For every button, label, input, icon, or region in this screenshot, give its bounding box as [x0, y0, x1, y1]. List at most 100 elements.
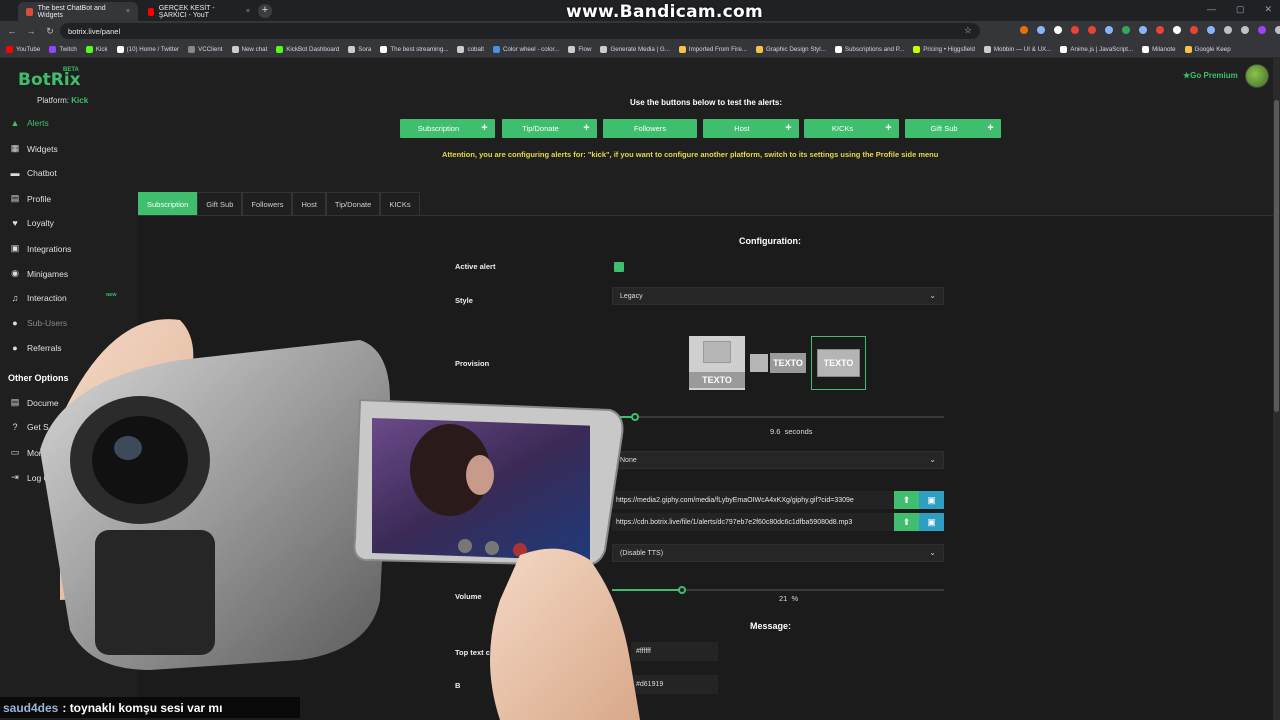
- sidebar-item-chatbot[interactable]: ▬ Chatbot: [10, 168, 57, 178]
- bookmark-item[interactable]: The best streaming...: [380, 45, 448, 53]
- minimize-icon[interactable]: —: [1207, 4, 1216, 15]
- reload-icon[interactable]: ↻: [43, 26, 57, 37]
- tab-host[interactable]: Host: [292, 192, 326, 215]
- volume-slider-handle[interactable]: [678, 586, 686, 594]
- extension-icon[interactable]: [1139, 26, 1147, 34]
- back-arrow-icon[interactable]: ←: [5, 26, 19, 36]
- extension-icon[interactable]: [1156, 26, 1164, 34]
- provision-option-image-top[interactable]: TEXTO: [689, 336, 745, 390]
- extension-icon[interactable]: [1071, 26, 1079, 34]
- bookmark-label: Flow: [578, 45, 592, 53]
- test-tip-donate-button[interactable]: Tip/Donate +: [502, 119, 597, 138]
- image-gallery-button[interactable]: ▣: [919, 491, 944, 509]
- test-kicks-button[interactable]: KICKs +: [804, 119, 899, 138]
- button-label: Subscription: [417, 124, 460, 133]
- bookmark-item[interactable]: Milanote: [1142, 45, 1176, 53]
- bookmark-item[interactable]: Color wheel - color...: [492, 45, 559, 53]
- address-bar[interactable]: botrix.live/panel ☆: [60, 23, 980, 39]
- configuration-title: Configuration:: [739, 236, 801, 246]
- sound-gallery-button[interactable]: ▣: [919, 513, 944, 531]
- bookmark-item[interactable]: cobalt: [457, 45, 484, 53]
- tab-tip-donate[interactable]: Tip/Donate: [325, 192, 381, 215]
- upload-sound-button[interactable]: ⬆: [894, 513, 919, 531]
- provision-option-image-left[interactable]: TEXTO: [750, 336, 806, 390]
- style-value: Legacy: [620, 292, 643, 300]
- bookmark-item[interactable]: Google Keep: [1184, 45, 1231, 53]
- bookmark-item[interactable]: Imported From Fire...: [678, 45, 747, 53]
- bookmark-item[interactable]: (10) Home / Twitter: [116, 45, 179, 53]
- extension-icon[interactable]: [1054, 26, 1062, 34]
- bookmark-item[interactable]: VCClient: [188, 45, 223, 53]
- scrollbar-thumb[interactable]: [1274, 100, 1279, 412]
- sidebar-item-alerts[interactable]: ▲ Alerts: [10, 118, 49, 128]
- extension-icon[interactable]: [1173, 26, 1181, 34]
- extension-icon[interactable]: [1105, 26, 1113, 34]
- bookmark-item[interactable]: Graphic Design Styl...: [755, 45, 826, 53]
- sidebar-item-widgets[interactable]: ▦ Widgets: [10, 143, 58, 154]
- browser-tab-botrix[interactable]: The best ChatBot and Widgets ×: [18, 2, 138, 21]
- bookmark-star-icon[interactable]: ☆: [964, 25, 972, 36]
- botrix-logo[interactable]: BotRix: [18, 70, 81, 90]
- tab-close-icon[interactable]: ×: [246, 8, 250, 15]
- test-gift-sub-button[interactable]: Gift Sub +: [905, 119, 1001, 138]
- active-alert-checkbox[interactable]: [614, 262, 624, 272]
- split-view-icon[interactable]: [1241, 26, 1249, 34]
- bookmark-item[interactable]: YouTube: [6, 45, 40, 53]
- avatar[interactable]: [1245, 64, 1269, 88]
- maximize-icon[interactable]: ▢: [1236, 4, 1245, 15]
- platform-indicator: Platform: Kick: [37, 96, 88, 105]
- upload-image-button[interactable]: ⬆: [894, 491, 919, 509]
- bookmark-favicon-icon: [276, 45, 284, 53]
- test-subscription-button[interactable]: Subscription +: [400, 119, 495, 138]
- test-host-button[interactable]: Host +: [703, 119, 799, 138]
- plus-icon: +: [785, 122, 792, 134]
- bookmark-label: Graphic Design Styl...: [765, 45, 826, 53]
- camcorder-button: [485, 541, 499, 555]
- bookmark-item[interactable]: Pricing • Higgsfield: [913, 45, 975, 53]
- bookmark-item[interactable]: Sora: [348, 45, 371, 53]
- extensions-puzzle-icon[interactable]: [1224, 26, 1232, 34]
- front-hand-shape: [490, 548, 640, 720]
- menu-dots-icon[interactable]: [1275, 26, 1280, 34]
- gallery-icon: ▣: [927, 516, 936, 527]
- bookmark-item[interactable]: KickBot Dashboard: [276, 45, 339, 53]
- tab-followers[interactable]: Followers: [242, 192, 293, 215]
- bookmark-item[interactable]: Subscriptions and P...: [834, 45, 904, 53]
- style-select[interactable]: Legacy ⌄: [612, 287, 944, 305]
- tts-select[interactable]: (Disable TTS) ⌄: [612, 544, 944, 562]
- bookmark-item[interactable]: Flow: [568, 45, 592, 53]
- sidebar-item-loyalty[interactable]: ♥ Loyalty: [10, 218, 54, 228]
- bookmark-item[interactable]: Kick: [85, 45, 108, 53]
- tab-kicks[interactable]: KICKs: [380, 192, 420, 215]
- go-premium-link[interactable]: ★Go Premium: [1183, 71, 1238, 80]
- tab-gift-sub[interactable]: Gift Sub: [197, 192, 243, 215]
- forward-arrow-icon[interactable]: →: [24, 26, 38, 36]
- sidebar-item-minigames[interactable]: ◉ Minigames: [10, 268, 68, 279]
- bookmark-label: Milanote: [1152, 45, 1176, 53]
- duration-slider-track[interactable]: [612, 416, 944, 418]
- extension-icon[interactable]: [1020, 26, 1028, 34]
- tab-subscription[interactable]: Subscription: [138, 192, 198, 215]
- extension-icon[interactable]: [1190, 26, 1198, 34]
- bookmark-item[interactable]: Anime.js | JavaScript...: [1060, 45, 1133, 53]
- new-tab-button[interactable]: +: [258, 4, 272, 18]
- extension-icon[interactable]: [1122, 26, 1130, 34]
- extension-icon[interactable]: [1037, 26, 1045, 34]
- provision-option-overlay[interactable]: TEXTO: [811, 336, 866, 390]
- browser-tab-youtube[interactable]: GERÇEK KESİT - ŞARKICI - YouT ×: [140, 2, 258, 21]
- bookmark-item[interactable]: Twitch: [49, 45, 77, 53]
- profile-avatar-icon[interactable]: [1258, 26, 1266, 34]
- bookmark-item[interactable]: Generate Media | G...: [600, 45, 670, 53]
- tab-close-icon[interactable]: ×: [126, 8, 130, 15]
- extension-icon[interactable]: [1088, 26, 1096, 34]
- tab-favicon-icon: [26, 7, 33, 16]
- bookmark-item[interactable]: New chat: [231, 45, 267, 53]
- extension-icon[interactable]: [1207, 26, 1215, 34]
- test-followers-button[interactable]: Followers: [603, 119, 697, 138]
- bookmark-item[interactable]: Mobbin — UI & UX...: [983, 45, 1051, 53]
- animation-select[interactable]: None ⌄: [612, 451, 944, 469]
- sidebar-item-integrations[interactable]: ▣ Integrations: [10, 243, 72, 254]
- chat-icon: ▬: [10, 168, 20, 178]
- close-icon[interactable]: ✕: [1264, 4, 1272, 15]
- sidebar-item-profile[interactable]: ▤ Profile: [10, 193, 51, 204]
